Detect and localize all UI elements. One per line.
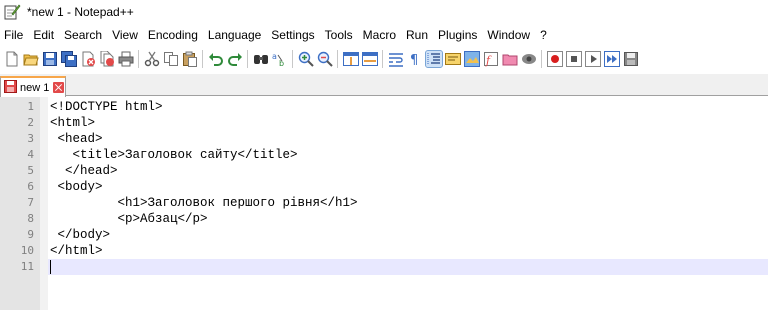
zoom-out-icon[interactable] — [317, 51, 333, 67]
menu-window[interactable]: Window — [482, 25, 535, 45]
menu-plugins[interactable]: Plugins — [433, 25, 482, 45]
menu-macro[interactable]: Macro — [358, 25, 401, 45]
line-number: 7 — [27, 196, 34, 209]
redo-icon[interactable] — [227, 51, 243, 67]
zoom-in-icon[interactable] — [298, 51, 314, 67]
close-icon[interactable] — [80, 51, 96, 67]
editor-pane[interactable]: 1 2 3 4 5 6 7 8 9 10 11 <!DOCTYPE html> … — [0, 97, 768, 310]
undo-icon[interactable] — [208, 51, 224, 67]
code-line[interactable]: </body> — [50, 227, 768, 243]
close-all-icon[interactable] — [99, 51, 115, 67]
open-file-icon[interactable] — [22, 51, 39, 67]
line-number: 4 — [27, 148, 34, 161]
tab-label: new 1 — [20, 81, 50, 94]
code-line[interactable]: <body> — [50, 179, 768, 195]
monitoring-icon[interactable] — [521, 51, 537, 67]
svg-text:a: a — [272, 52, 277, 61]
menu-file[interactable]: File — [0, 25, 28, 45]
text-caret — [50, 260, 51, 274]
sync-vertical-icon[interactable] — [342, 51, 359, 67]
document-map-icon[interactable] — [463, 51, 480, 67]
toolbar-separator — [202, 50, 203, 68]
menu-help[interactable]: ? — [535, 25, 552, 45]
line-number: 10 — [20, 244, 34, 257]
line-number: 11 — [20, 260, 34, 273]
code-line[interactable]: <!DOCTYPE html> — [50, 99, 768, 115]
save-icon[interactable] — [42, 51, 58, 67]
code-line[interactable]: <title>Заголовок сайту</title> — [50, 147, 768, 163]
tab-new-1[interactable]: new 1 — [0, 76, 66, 97]
cut-icon[interactable] — [144, 51, 160, 67]
title-bar: *new 1 - Notepad++ — [0, 0, 768, 24]
toolbar-separator — [247, 50, 248, 68]
replace-icon[interactable]: ab — [272, 51, 288, 67]
code-line[interactable] — [50, 259, 768, 275]
word-wrap-icon[interactable] — [388, 51, 404, 67]
fold-margin[interactable] — [40, 97, 48, 310]
menu-edit[interactable]: Edit — [28, 25, 59, 45]
line-number: 1 — [27, 100, 34, 113]
notepad-plus-plus-icon — [3, 3, 21, 21]
function-list-icon[interactable]: f — [483, 51, 499, 67]
playback-macro-icon[interactable] — [584, 51, 601, 67]
menu-view[interactable]: View — [107, 25, 143, 45]
find-icon[interactable] — [253, 51, 269, 67]
tab-bar: new 1 — [0, 74, 768, 97]
save-all-icon[interactable] — [60, 51, 77, 67]
sync-horizontal-icon[interactable] — [361, 51, 378, 67]
line-number: 8 — [27, 212, 34, 225]
folder-as-workspace-icon[interactable] — [502, 51, 518, 67]
menu-search[interactable]: Search — [59, 25, 107, 45]
run-macro-multiple-icon[interactable] — [603, 51, 620, 67]
toolbar-separator — [138, 50, 139, 68]
unsaved-file-icon — [4, 79, 17, 96]
record-macro-icon[interactable] — [546, 51, 563, 67]
language-udl-icon[interactable] — [444, 51, 461, 67]
svg-text:¶: ¶ — [410, 53, 418, 67]
menu-settings[interactable]: Settings — [266, 25, 319, 45]
code-line[interactable]: <html> — [50, 115, 768, 131]
line-number: 5 — [27, 164, 34, 177]
menu-run[interactable]: Run — [401, 25, 433, 45]
code-text[interactable]: <!DOCTYPE html> <html> <head> <title>Заг… — [50, 99, 768, 275]
show-all-characters-icon[interactable]: ¶ — [407, 51, 423, 67]
line-numbers: 1 2 3 4 5 6 7 8 9 10 11 — [0, 99, 34, 275]
copy-icon[interactable] — [163, 51, 179, 67]
menu-language[interactable]: Language — [203, 25, 266, 45]
line-number: 6 — [27, 180, 34, 193]
toolbar-separator — [337, 50, 338, 68]
stop-recording-icon[interactable] — [565, 51, 582, 67]
close-tab-icon[interactable] — [53, 82, 65, 93]
menu-encoding[interactable]: Encoding — [143, 25, 203, 45]
window-title: *new 1 - Notepad++ — [27, 5, 134, 19]
toolbar-separator — [382, 50, 383, 68]
code-line[interactable]: <h1>Заголовок першого рівня</h1> — [50, 195, 768, 211]
paste-icon[interactable] — [182, 51, 198, 67]
code-line[interactable]: </head> — [50, 163, 768, 179]
line-number: 2 — [27, 116, 34, 129]
line-number: 3 — [27, 132, 34, 145]
code-line[interactable]: <head> — [50, 131, 768, 147]
code-line[interactable]: <p>Абзац</p> — [50, 211, 768, 227]
save-macro-icon[interactable] — [623, 51, 639, 67]
toolbar-separator — [292, 50, 293, 68]
line-number: 9 — [27, 228, 34, 241]
new-file-icon[interactable] — [4, 51, 20, 67]
menu-tools[interactable]: Tools — [320, 25, 358, 45]
print-icon[interactable] — [118, 51, 134, 67]
toolbar: ab ¶ f — [0, 46, 768, 72]
toolbar-separator — [541, 50, 542, 68]
menu-bar: File Edit Search View Encoding Language … — [0, 25, 768, 45]
indent-guide-icon[interactable] — [424, 50, 443, 68]
code-line[interactable]: </html> — [50, 243, 768, 259]
